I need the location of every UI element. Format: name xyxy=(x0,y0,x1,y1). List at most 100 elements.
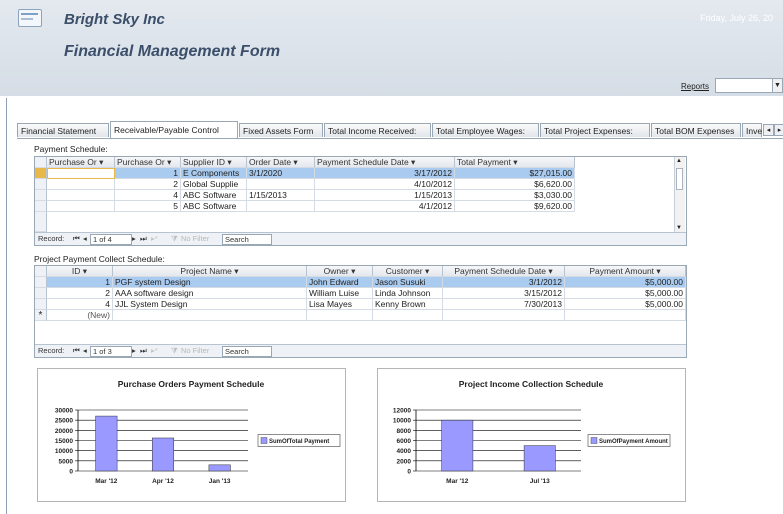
row-selector[interactable] xyxy=(35,179,47,190)
cell-payment-date[interactable]: 3/1/2012 xyxy=(443,277,565,288)
cell-payment-date[interactable]: 3/15/2012 xyxy=(443,288,565,299)
column-header-order-date[interactable]: Order Date ▾ xyxy=(247,157,315,168)
row-selector[interactable] xyxy=(35,212,47,232)
cell-supplier-id[interactable]: Global Supplie xyxy=(181,179,247,190)
reports-dropdown[interactable]: ▼ xyxy=(715,78,783,93)
record-position-input[interactable]: 1 of 4 xyxy=(90,234,132,245)
scroll-up-icon[interactable]: ▲ xyxy=(676,158,682,164)
column-header-supplier-id[interactable]: Supplier ID ▾ xyxy=(181,157,247,168)
search-input[interactable]: Search xyxy=(222,234,272,245)
search-input[interactable]: Search xyxy=(222,346,272,357)
cell-supplier-id[interactable]: ABC Software xyxy=(181,201,247,212)
previous-record-icon[interactable]: ◂ xyxy=(83,345,87,357)
cell-id[interactable]: 2 xyxy=(47,288,113,299)
cell-owner[interactable]: John Edward xyxy=(307,277,373,288)
cell-schedule-date[interactable]: 4/1/2012 xyxy=(315,201,455,212)
previous-record-icon[interactable]: ◂ xyxy=(83,233,87,245)
cell-payment-amount[interactable]: $5,000.00 xyxy=(565,299,686,310)
tab-receivable-payable-control[interactable]: Receivable/Payable Control xyxy=(110,121,238,138)
cell-project-name[interactable] xyxy=(113,310,307,321)
cell-payment-date[interactable] xyxy=(443,310,565,321)
tab-scroll-right-icon[interactable]: ▸ xyxy=(774,124,783,136)
last-record-icon[interactable]: ⏭ xyxy=(140,345,147,357)
cell-payment-amount[interactable]: $5,000.00 xyxy=(565,277,686,288)
cell-order-date[interactable]: 3/1/2020 xyxy=(247,168,315,179)
column-header-customer[interactable]: Customer ▾ xyxy=(373,266,443,277)
cell-schedule-date[interactable]: 4/10/2012 xyxy=(315,179,455,190)
cell-total-payment[interactable]: $9,620.00 xyxy=(455,201,575,212)
tab-total-project-expenses[interactable]: Total Project Expenses: xyxy=(540,123,650,137)
cell-purchase-order-id[interactable] xyxy=(47,168,115,179)
scroll-down-icon[interactable]: ▼ xyxy=(676,225,682,231)
cell-order-date[interactable] xyxy=(247,201,315,212)
filter-status[interactable]: No Filter xyxy=(181,345,209,357)
row-selector[interactable] xyxy=(35,168,47,179)
last-record-icon[interactable]: ⏭ xyxy=(140,233,147,245)
scrollbar-thumb[interactable] xyxy=(676,168,683,190)
cell-new-id[interactable]: (New) xyxy=(47,310,113,321)
tab-total-employee-wages[interactable]: Total Employee Wages: xyxy=(432,123,539,137)
cell-schedule-date[interactable]: 1/15/2013 xyxy=(315,190,455,201)
column-header-total-payment[interactable]: Total Payment ▾ xyxy=(455,157,575,168)
cell-project-name[interactable]: AAA software design xyxy=(113,288,307,299)
next-record-icon[interactable]: ▸ xyxy=(132,345,136,357)
select-all-cell[interactable] xyxy=(35,266,47,277)
column-header-purchase-order-id[interactable]: Purchase Or ▾ xyxy=(47,157,115,168)
cell-total-payment[interactable]: $3,030.00 xyxy=(455,190,575,201)
cell-total-payment[interactable]: $27,015.00 xyxy=(455,168,575,179)
cell-payment-date[interactable]: 7/30/2013 xyxy=(443,299,565,310)
record-position-input[interactable]: 1 of 3 xyxy=(90,346,132,357)
select-all-cell[interactable] xyxy=(35,157,47,168)
row-selector[interactable] xyxy=(35,277,47,288)
cell-purchase-order-id[interactable] xyxy=(47,201,115,212)
cell-project-name[interactable]: PGF system Design xyxy=(113,277,307,288)
row-selector[interactable] xyxy=(35,190,47,201)
tab-total-bom-expenses[interactable]: Total BOM Expenses xyxy=(651,123,741,137)
tab-total-income-received[interactable]: Total Income Received: xyxy=(324,123,431,137)
cell-purchase-order[interactable]: 5 xyxy=(115,201,181,212)
cell-id[interactable]: 4 xyxy=(47,299,113,310)
cell-owner[interactable]: William Luise xyxy=(307,288,373,299)
cell-supplier-id[interactable]: ABC Software xyxy=(181,190,247,201)
tab-fixed-assets-form[interactable]: Fixed Assets Form xyxy=(239,123,323,137)
cell-customer[interactable]: Jason Susuki xyxy=(373,277,443,288)
column-header-payment-schedule-date[interactable]: Payment Schedule Date ▾ xyxy=(315,157,455,168)
cell-order-date[interactable]: 1/15/2013 xyxy=(247,190,315,201)
chevron-down-icon[interactable]: ▼ xyxy=(772,79,782,92)
next-record-icon[interactable]: ▸ xyxy=(132,233,136,245)
tab-inventory[interactable]: Inve xyxy=(742,123,762,137)
cell-supplier-id[interactable]: E Components xyxy=(181,168,247,179)
cell-purchase-order-id[interactable] xyxy=(47,190,115,201)
cell-owner[interactable]: Lisa Mayes xyxy=(307,299,373,310)
filter-status[interactable]: No Filter xyxy=(181,233,209,245)
row-selector[interactable] xyxy=(35,288,47,299)
cell-purchase-order-id[interactable] xyxy=(47,179,115,190)
cell-payment-amount[interactable] xyxy=(565,310,686,321)
column-header-purchase-order[interactable]: Purchase Or ▾ xyxy=(115,157,181,168)
first-record-icon[interactable]: ⏮ xyxy=(73,233,80,245)
new-record-icon[interactable]: ▸* xyxy=(151,345,158,357)
cell-id[interactable]: 1 xyxy=(47,277,113,288)
cell-customer[interactable]: Kenny Brown xyxy=(373,299,443,310)
tab-financial-statement[interactable]: Financial Statement xyxy=(17,123,109,137)
cell-purchase-order[interactable]: 2 xyxy=(115,179,181,190)
cell-schedule-date[interactable]: 3/17/2012 xyxy=(315,168,455,179)
row-selector[interactable] xyxy=(35,299,47,310)
first-record-icon[interactable]: ⏮ xyxy=(73,345,80,357)
cell-order-date[interactable] xyxy=(247,179,315,190)
cell-project-name[interactable]: JJL System Design xyxy=(113,299,307,310)
cell-customer[interactable]: Linda Johnson xyxy=(373,288,443,299)
cell-customer[interactable] xyxy=(373,310,443,321)
cell-purchase-order[interactable]: 4 xyxy=(115,190,181,201)
column-header-payment-schedule-date[interactable]: Payment Schedule Date ▾ xyxy=(443,266,565,277)
cell-payment-amount[interactable]: $5,000.00 xyxy=(565,288,686,299)
column-header-payment-amount[interactable]: Payment Amount ▾ xyxy=(565,266,686,277)
tab-scroll-left-icon[interactable]: ◂ xyxy=(763,124,774,136)
vertical-scrollbar[interactable]: ▲ ▼ xyxy=(674,157,685,232)
new-record-icon[interactable]: ▸* xyxy=(151,233,158,245)
cell-owner[interactable] xyxy=(307,310,373,321)
column-header-project-name[interactable]: Project Name ▾ xyxy=(113,266,307,277)
column-header-owner[interactable]: Owner ▾ xyxy=(307,266,373,277)
row-selector[interactable] xyxy=(35,201,47,212)
cell-total-payment[interactable]: $6,620.00 xyxy=(455,179,575,190)
